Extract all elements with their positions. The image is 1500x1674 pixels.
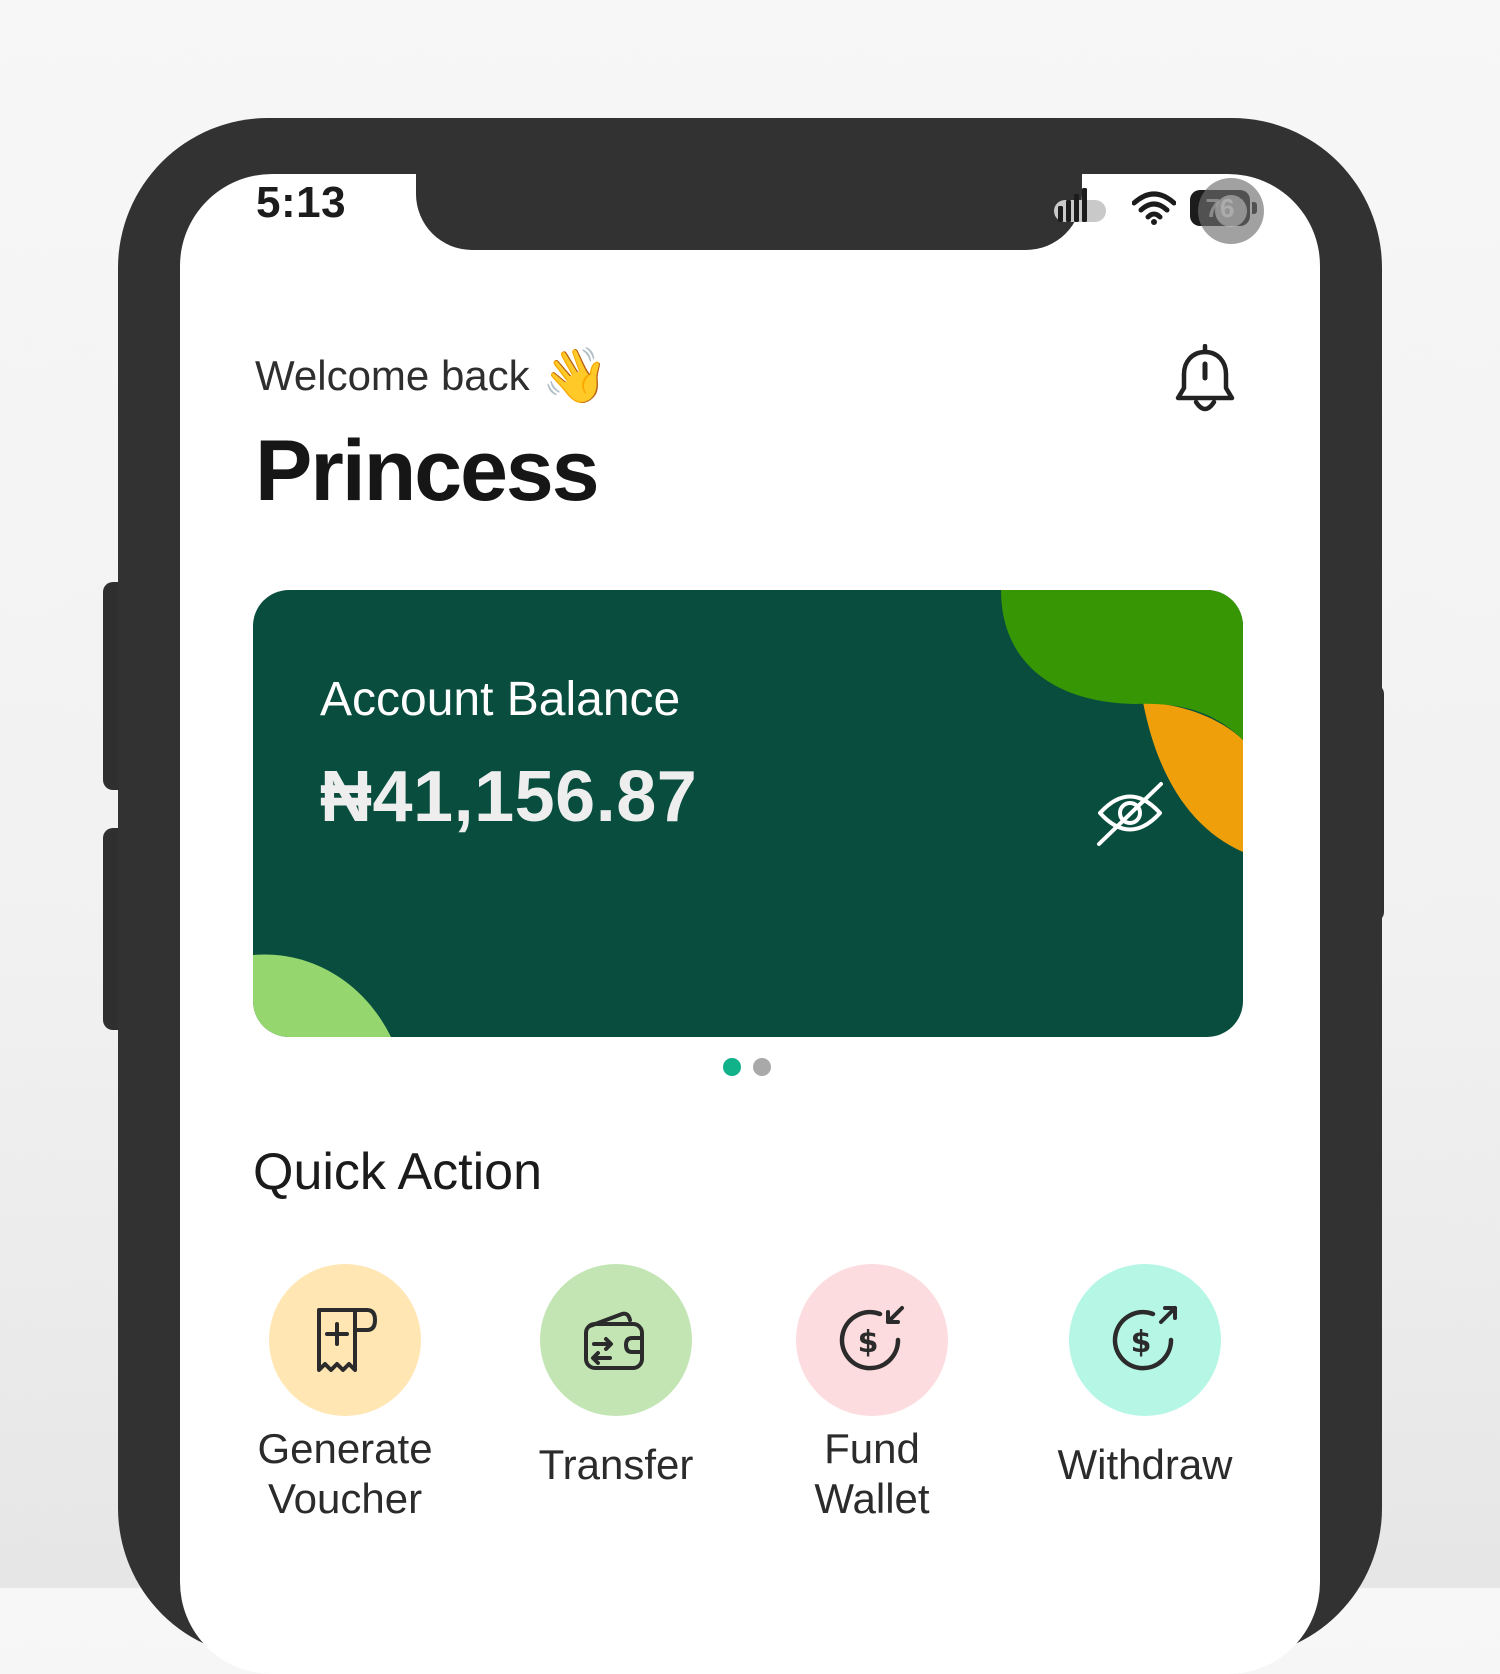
balance-label: Account Balance [320,673,681,726]
withdraw-label: Withdraw [1057,1441,1233,1488]
dollar-in-icon: $ [796,1264,948,1416]
pagination-dot-active[interactable] [723,1058,741,1076]
app-screen: 5:13 76 Welcome back 👋 Princess [180,174,1320,1674]
voucher-add-icon [269,1264,421,1416]
balance-card[interactable]: Account Balance ₦41,156.87 [253,590,1243,1037]
phone-frame: 5:13 76 Welcome back 👋 Princess [118,118,1382,1674]
user-name: Princess [255,423,600,519]
welcome-greeting: Welcome back 👋 [255,349,609,403]
fund-wallet-label: Fund Wallet [814,1425,930,1522]
svg-text:$: $ [1131,1325,1152,1360]
bell-icon[interactable] [1170,344,1240,418]
status-time: 5:13 [256,178,347,227]
greeting-text: Welcome back [255,352,530,399]
svg-text:$: $ [858,1325,879,1360]
cellular-signal-icon [1054,188,1106,222]
dollar-out-icon: $ [1069,1264,1221,1416]
transfer-button[interactable]: Transfer [486,1264,746,1490]
notch [416,174,1082,250]
fund-wallet-button[interactable]: $ Fund Wallet [742,1264,1002,1524]
wave-icon: 👋 [541,346,609,406]
wallet-transfer-icon [540,1264,692,1416]
eye-off-icon[interactable] [1095,780,1165,850]
screen-record-indicator [1198,178,1264,244]
generate-voucher-button[interactable]: Generate Voucher [215,1264,475,1524]
carousel-pagination [723,1058,771,1076]
transfer-label: Transfer [538,1441,694,1488]
wifi-icon [1132,191,1176,225]
generate-voucher-label: Generate Voucher [257,1425,433,1522]
balance-amount: ₦41,156.87 [320,757,698,837]
withdraw-button[interactable]: $ Withdraw [1015,1264,1275,1490]
pagination-dot[interactable] [753,1058,771,1076]
quick-action-title: Quick Action [253,1143,543,1201]
